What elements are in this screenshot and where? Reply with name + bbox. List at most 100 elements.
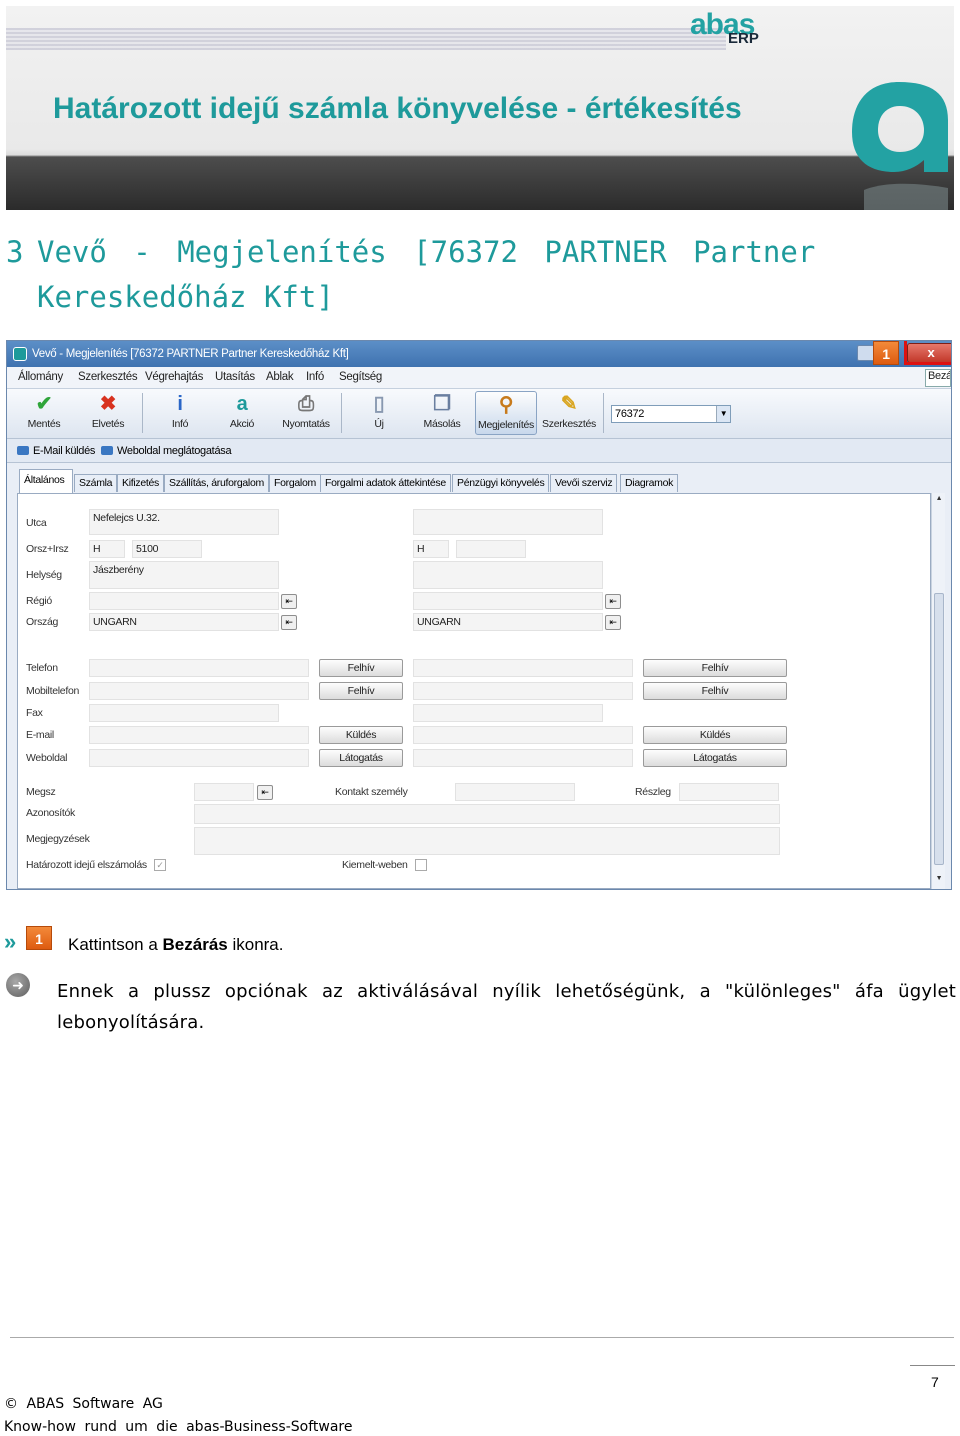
tab-shipping[interactable]: Szállítás, áruforgalom bbox=[164, 474, 269, 492]
tab-general[interactable]: Általános bbox=[19, 469, 73, 493]
tab-turnover[interactable]: Forgalom bbox=[269, 474, 321, 492]
megsz-field[interactable] bbox=[194, 783, 254, 801]
email-field-alt[interactable] bbox=[413, 726, 633, 744]
section-title-line2: Kereskedőház Kft] bbox=[37, 280, 334, 314]
fax-label: Fax bbox=[26, 707, 43, 719]
country-code-field-alt[interactable]: H bbox=[413, 540, 449, 558]
department-field[interactable] bbox=[679, 783, 779, 801]
menu-help[interactable]: Segítség bbox=[339, 371, 382, 383]
tab-customer-service[interactable]: Vevői szerviz bbox=[550, 474, 618, 492]
street-field[interactable]: Nefelejcs U.32. bbox=[89, 509, 279, 535]
mobile-field-alt[interactable] bbox=[413, 682, 633, 700]
contact-person-field[interactable] bbox=[455, 783, 575, 801]
street-field-alt[interactable] bbox=[413, 509, 603, 535]
menu-command[interactable]: Utasítás bbox=[215, 371, 255, 383]
copy-document-icon: ❐ bbox=[433, 393, 451, 415]
tab-diagrams[interactable]: Diagramok bbox=[620, 474, 679, 492]
toolbar: ✔ Mentés ✖ Elvetés i Infó a Akció ⎙ Nyom… bbox=[7, 389, 951, 439]
call-phone-alt-button[interactable]: Felhív bbox=[643, 659, 787, 677]
city-field[interactable]: Jászberény bbox=[89, 561, 279, 589]
region-field-alt[interactable] bbox=[413, 592, 603, 610]
call-mobile-alt-button[interactable]: Felhív bbox=[643, 682, 787, 700]
chevron-down-icon[interactable]: ▼ bbox=[716, 406, 730, 422]
callout-badge-1: 1 bbox=[873, 341, 899, 365]
scroll-thumb[interactable] bbox=[934, 593, 944, 865]
website-field-alt[interactable] bbox=[413, 749, 633, 767]
visit-website-alt-button[interactable]: Látogatás bbox=[643, 749, 787, 767]
mobile-field[interactable] bbox=[89, 682, 309, 700]
email-send-label: E-Mail küldés bbox=[33, 445, 96, 457]
new-button[interactable]: ▯ Új bbox=[365, 391, 393, 435]
country-code-field[interactable]: H bbox=[89, 540, 125, 558]
email-field[interactable] bbox=[89, 726, 309, 744]
edit-label: Szerkesztés bbox=[542, 418, 596, 430]
country-field[interactable]: UNGARN bbox=[89, 613, 279, 631]
region-picker-icon[interactable]: ⇤ bbox=[281, 594, 297, 609]
website-field[interactable] bbox=[89, 749, 309, 767]
identifiers-field[interactable] bbox=[194, 804, 780, 824]
phone-field[interactable] bbox=[89, 659, 309, 677]
action-button[interactable]: a Akció bbox=[225, 391, 259, 435]
notes-label: Megjegyzések bbox=[26, 833, 90, 845]
visit-website-button[interactable]: Látogatás bbox=[319, 749, 403, 767]
country-field-alt[interactable]: UNGARN bbox=[413, 613, 603, 631]
print-button[interactable]: ⎙ Nyomtatás bbox=[281, 391, 331, 435]
scroll-down-icon[interactable]: ▼ bbox=[932, 875, 946, 887]
toolbar-separator bbox=[142, 393, 143, 433]
call-mobile-button[interactable]: Felhív bbox=[319, 682, 403, 700]
display-button[interactable]: ⚲ Megjelenítés bbox=[475, 391, 537, 435]
email-send-link[interactable]: E-Mail küldés bbox=[17, 445, 95, 457]
save-button[interactable]: ✔ Mentés bbox=[23, 391, 65, 435]
tab-payment[interactable]: Kifizetés bbox=[117, 474, 164, 492]
send-email-button[interactable]: Küldés bbox=[319, 726, 403, 744]
abas-a-logo-icon bbox=[852, 82, 948, 210]
info-button[interactable]: i Infó bbox=[163, 391, 197, 435]
send-email-alt-button[interactable]: Küldés bbox=[643, 726, 787, 744]
country-picker-alt-icon[interactable]: ⇤ bbox=[605, 615, 621, 630]
region-picker-alt-icon[interactable]: ⇤ bbox=[605, 594, 621, 609]
edit-button[interactable]: ✎ Szerkesztés bbox=[541, 391, 597, 435]
tab-accounting[interactable]: Pénzügyi könyvelés bbox=[452, 474, 550, 492]
zip-field-alt[interactable] bbox=[456, 540, 526, 558]
print-label: Nyomtatás bbox=[282, 418, 330, 430]
menu-file[interactable]: Állomány bbox=[18, 371, 63, 383]
red-x-icon: ✖ bbox=[99, 393, 117, 415]
fax-field-alt[interactable] bbox=[413, 704, 603, 722]
visit-website-link[interactable]: Weboldal meglátogatása bbox=[101, 445, 232, 457]
vertical-scrollbar[interactable]: ▲ ▼ bbox=[931, 493, 945, 889]
note-paragraph: Ennek a plussz opciónak az aktiválásával… bbox=[57, 981, 956, 1033]
menu-window[interactable]: Ablak bbox=[266, 371, 294, 383]
highlighted-web-checkbox[interactable] bbox=[415, 859, 427, 871]
city-field-alt[interactable] bbox=[413, 561, 603, 589]
tab-invoice[interactable]: Számla bbox=[74, 474, 118, 492]
discard-button[interactable]: ✖ Elvetés bbox=[87, 391, 129, 435]
city-label: Helység bbox=[26, 569, 62, 581]
zip-field[interactable]: 5100 bbox=[132, 540, 202, 558]
notes-field[interactable] bbox=[194, 827, 780, 855]
region-field[interactable] bbox=[89, 592, 279, 610]
identifiers-label: Azonosítók bbox=[26, 807, 75, 819]
footer-copyright: © ABAS Software AG bbox=[4, 1396, 163, 1412]
record-search-combo[interactable]: 76372 ▼ bbox=[611, 405, 731, 423]
fixed-term-billing-checkbox[interactable]: ✓ bbox=[154, 859, 166, 871]
abas-logo-erp: ERP bbox=[728, 30, 759, 47]
menu-execute[interactable]: Végrehajtás bbox=[145, 371, 203, 383]
megsz-label: Megsz bbox=[26, 786, 56, 798]
highlighted-web-label: Kiemelt-weben bbox=[342, 859, 408, 871]
fax-field[interactable] bbox=[89, 704, 279, 722]
action-subbar: E-Mail küldés Weboldal meglátogatása bbox=[7, 439, 951, 463]
contact-person-label: Kontakt személy bbox=[335, 786, 408, 798]
step-instruction: » 1 Kattintson a Bezárás ikonra. bbox=[4, 926, 944, 956]
tab-turnover-overview[interactable]: Forgalmi adatok áttekintése bbox=[320, 474, 451, 492]
menu-info[interactable]: Infó bbox=[306, 371, 324, 383]
copy-button[interactable]: ❐ Másolás bbox=[421, 391, 463, 435]
abas-action-icon: a bbox=[236, 393, 248, 415]
megsz-picker-icon[interactable]: ⇤ bbox=[257, 785, 273, 800]
call-phone-button[interactable]: Felhív bbox=[319, 659, 403, 677]
scroll-up-icon[interactable]: ▲ bbox=[932, 495, 946, 507]
country-picker-icon[interactable]: ⇤ bbox=[281, 615, 297, 630]
action-label: Akció bbox=[229, 418, 255, 430]
checkmark-icon: ✔ bbox=[35, 393, 53, 415]
menu-edit[interactable]: Szerkesztés bbox=[78, 371, 138, 383]
phone-field-alt[interactable] bbox=[413, 659, 633, 677]
